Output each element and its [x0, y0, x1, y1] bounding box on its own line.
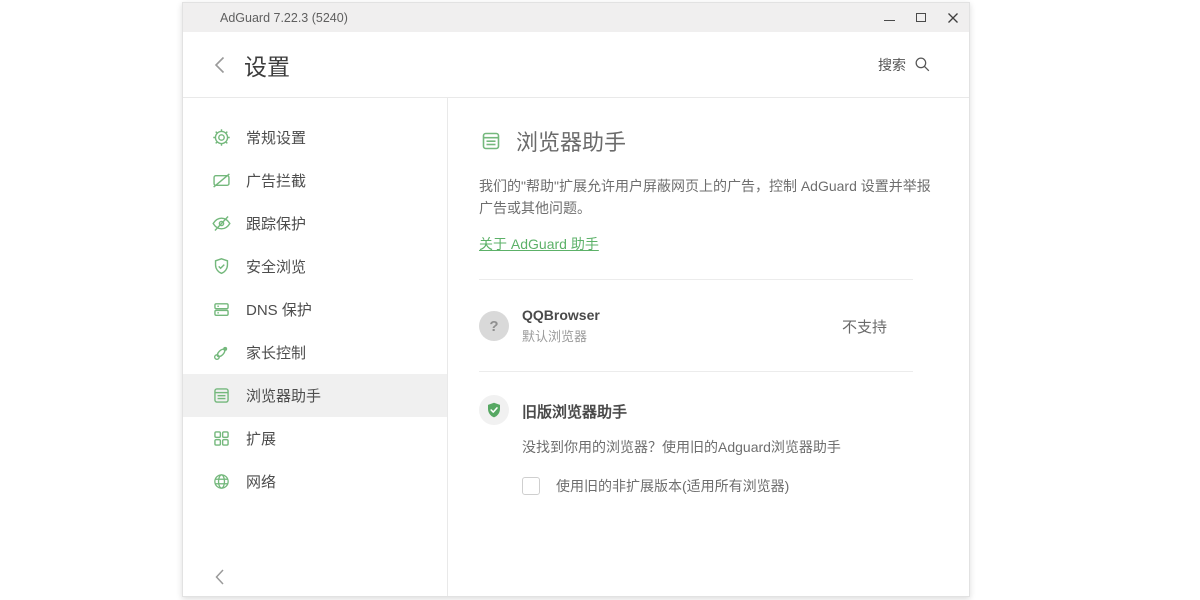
sidebar-item-label: 网络	[246, 471, 276, 492]
sidebar-item-label: 扩展	[246, 428, 276, 449]
search-button[interactable]: 搜索	[878, 55, 932, 75]
sidebar-item-label: 跟踪保护	[246, 213, 306, 234]
minimize-button[interactable]	[873, 3, 905, 32]
sidebar-item-label: 浏览器助手	[246, 385, 321, 406]
sidebar-item-label: DNS 保护	[246, 299, 312, 320]
page-title: 设置	[244, 48, 290, 82]
sidebar-item-general-settings[interactable]: 常规设置	[183, 116, 447, 159]
description-line-1: 我们的"帮助"扩展允许用户屏蔽网页上的广告，控制 AdGuard 设置并举报	[479, 178, 931, 194]
collapse-sidebar-button[interactable]	[213, 568, 231, 586]
sidebar-item-label: 广告拦截	[246, 170, 306, 191]
back-button[interactable]	[213, 54, 231, 76]
legacy-assistant-info: 旧版浏览器助手 没找到你用的浏览器？使用旧的Adguard浏览器助手 使用旧的非…	[522, 395, 841, 496]
sidebar-item-tracking-protection[interactable]: 跟踪保护	[183, 202, 447, 245]
parental-control-icon	[211, 342, 232, 363]
chevron-left-icon	[213, 55, 226, 75]
network-icon	[211, 471, 232, 492]
gear-icon	[211, 127, 232, 148]
assistant-description: 我们的"帮助"扩展允许用户屏蔽网页上的广告，控制 AdGuard 设置并举报广告…	[479, 175, 969, 219]
close-icon	[947, 12, 959, 24]
legacy-assistant-shield-icon	[479, 395, 509, 425]
sidebar-item-label: 常规设置	[246, 127, 306, 148]
maximize-button[interactable]	[905, 3, 937, 32]
sidebar-item-browser-assistant[interactable]: 浏览器助手	[183, 374, 447, 417]
dns-protection-icon	[211, 299, 232, 320]
sidebar: 常规设置 广告拦截	[183, 98, 448, 596]
legacy-assistant-title: 旧版浏览器助手	[522, 401, 841, 422]
legacy-checkbox-label: 使用旧的非扩展版本(适用所有浏览器)	[556, 476, 789, 496]
search-label: 搜索	[878, 55, 906, 75]
maximize-icon	[916, 13, 926, 22]
safe-browsing-icon	[211, 256, 232, 277]
description-line-2: 广告或其他问题。	[479, 200, 591, 216]
settings-body: 常规设置 广告拦截	[183, 98, 969, 596]
use-legacy-version-checkbox[interactable]	[522, 477, 540, 495]
legacy-checkbox-row: 使用旧的非扩展版本(适用所有浏览器)	[522, 476, 841, 496]
browser-row-qqbrowser: ? QQBrowser 默认浏览器 不支持	[479, 280, 913, 371]
browser-name: QQBrowser	[522, 307, 600, 323]
minimize-icon	[884, 20, 895, 21]
chevron-left-icon	[213, 568, 226, 586]
sidebar-item-label: 家长控制	[246, 342, 306, 363]
browser-support-status: 不支持	[842, 316, 887, 337]
browser-assistant-panel: 浏览器助手 我们的"帮助"扩展允许用户屏蔽网页上的广告，控制 AdGuard 设…	[448, 98, 969, 596]
content-title-row: 浏览器助手	[479, 125, 969, 157]
browser-assistant-icon	[479, 129, 503, 153]
unknown-browser-icon: ?	[479, 311, 509, 341]
sidebar-item-parental-control[interactable]: 家长控制	[183, 331, 447, 374]
browser-info: QQBrowser 默认浏览器	[522, 307, 600, 345]
adguard-settings-window: AdGuard 7.22.3 (5240) 设置 搜索	[182, 2, 970, 597]
legacy-assistant-description: 没找到你用的浏览器？使用旧的Adguard浏览器助手	[522, 437, 841, 457]
legacy-assistant-section: 旧版浏览器助手 没找到你用的浏览器？使用旧的Adguard浏览器助手 使用旧的非…	[479, 372, 913, 496]
sidebar-item-safe-browsing[interactable]: 安全浏览	[183, 245, 447, 288]
sidebar-item-extensions[interactable]: 扩展	[183, 417, 447, 460]
content-title: 浏览器助手	[516, 125, 626, 157]
close-button[interactable]	[937, 3, 969, 32]
sidebar-item-network[interactable]: 网络	[183, 460, 447, 503]
sidebar-item-dns-protection[interactable]: DNS 保护	[183, 288, 447, 331]
window-title: AdGuard 7.22.3 (5240)	[220, 11, 348, 25]
browser-assistant-icon	[211, 385, 232, 406]
sidebar-item-ad-blocking[interactable]: 广告拦截	[183, 159, 447, 202]
about-adguard-assistant-link[interactable]: 关于 AdGuard 助手	[479, 234, 599, 254]
titlebar: AdGuard 7.22.3 (5240)	[183, 3, 969, 32]
ad-blocking-icon	[211, 170, 232, 191]
sidebar-item-label: 安全浏览	[246, 256, 306, 277]
default-browser-label: 默认浏览器	[522, 326, 600, 345]
search-icon	[913, 55, 932, 74]
window-controls	[873, 3, 969, 32]
extensions-icon	[211, 428, 232, 449]
question-mark-icon: ?	[489, 318, 498, 335]
settings-header: 设置 搜索	[183, 32, 969, 98]
tracking-protection-icon	[211, 213, 232, 234]
